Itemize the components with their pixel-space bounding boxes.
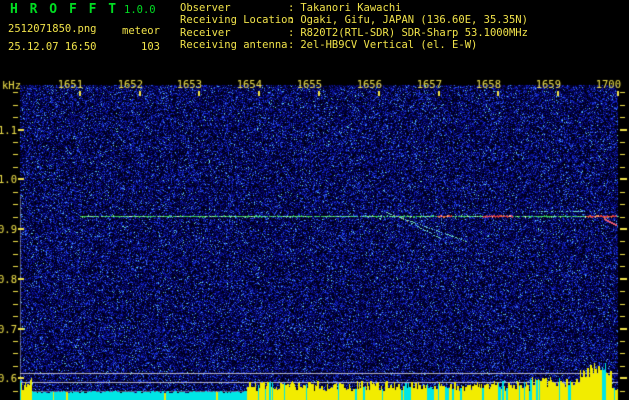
info-row-receiver: Receiver: R820T2(RTL-SDR) SDR-Sharp 53.10…	[180, 27, 528, 39]
echo-count: 103	[141, 41, 160, 53]
info-row-location: Receiving Location: Ogaki, Gifu, JAPAN (1…	[180, 14, 528, 26]
info-value: Takanori Kawachi	[300, 2, 402, 14]
info-value: Ogaki, Gifu, JAPAN (136.60E, 35.35N)	[300, 14, 528, 27]
info-row-observer: Observer: Takanori Kawachi	[180, 2, 528, 14]
info-label: Observer	[180, 2, 231, 14]
info-label: Receiving Location	[180, 14, 294, 27]
info-label: Receiver	[180, 26, 231, 39]
hrofft-window: H R O F F T 1.0.0 2512071850.png meteor …	[0, 0, 629, 400]
info-value: 2el-HB9CV Vertical (el. E-W)	[300, 38, 478, 51]
station-info: Observer: Takanori Kawachi Receiving Loca…	[180, 2, 528, 51]
spectrogram-canvas	[0, 0, 629, 400]
info-row-antenna: Receiving antenna: 2el-HB9CV Vertical (el…	[180, 39, 528, 51]
datetime-label: 25.12.07 16:50	[8, 41, 97, 53]
info-value: R820T2(RTL-SDR) SDR-Sharp 53.1000MHz	[300, 26, 528, 39]
info-label: Receiving antenna	[180, 38, 288, 51]
mode-label: meteor	[122, 25, 160, 37]
app-title: H R O F F T	[10, 2, 119, 17]
output-filename: 2512071850.png	[8, 23, 97, 35]
app-version: 1.0.0	[124, 4, 156, 16]
